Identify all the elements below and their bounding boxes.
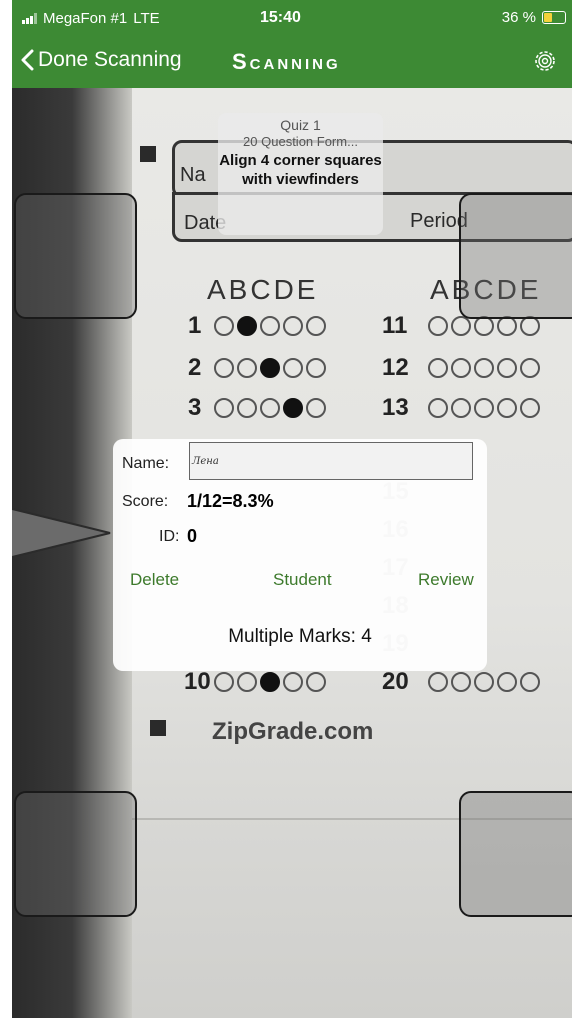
battery-percent: 36 %: [501, 9, 536, 26]
gear-icon[interactable]: [532, 48, 558, 74]
bubble: [451, 316, 471, 336]
bubble: [451, 672, 471, 692]
bubble: [497, 316, 517, 336]
bubble: [451, 358, 471, 378]
row-number: 12: [382, 354, 409, 381]
bubble: [306, 672, 326, 692]
bubble: [214, 672, 234, 692]
bubble-filled: [260, 358, 280, 378]
bubble: [497, 398, 517, 418]
review-button[interactable]: Review: [418, 570, 474, 590]
bubble: [520, 672, 540, 692]
delete-button[interactable]: Delete: [130, 570, 179, 590]
bubble-row-10: [214, 672, 326, 692]
bubble: [428, 316, 448, 336]
chevron-left-icon: [21, 49, 34, 71]
bubble: [451, 398, 471, 418]
done-scanning-button[interactable]: Done Scanning: [20, 48, 182, 72]
bubble: [283, 316, 303, 336]
bubble: [237, 358, 257, 378]
row-number: 1: [188, 312, 202, 339]
letters-left: ABCDE: [207, 274, 319, 305]
viewfinder-top-right: [459, 193, 572, 319]
battery-status: 36 %: [502, 9, 566, 26]
app-screen: MegaFon #1 LTE 15:40 36 % Done Scanning …: [12, 0, 572, 1018]
bubble: [497, 672, 517, 692]
viewfinder-top-left: [14, 193, 137, 319]
bubble: [260, 398, 280, 418]
bubble: [474, 672, 494, 692]
bubble: [306, 398, 326, 418]
bubble: [520, 358, 540, 378]
corner-square: [150, 720, 166, 736]
bubble-row-11: [428, 316, 540, 336]
pointer-arrow-icon: [12, 507, 111, 559]
score-value: 1/12=8.3%: [187, 491, 274, 511]
row-number: 3: [188, 394, 202, 421]
battery-icon: [542, 11, 566, 24]
bubble: [283, 358, 303, 378]
page-title: Scanning: [232, 49, 341, 74]
id-label: ID:: [159, 528, 180, 545]
bubble: [237, 672, 257, 692]
bubble-filled: [237, 316, 257, 336]
student-name-field[interactable]: Лена: [189, 442, 473, 480]
carrier-info: MegaFon #1 LTE: [22, 10, 160, 27]
bubble-row-3: [214, 398, 326, 418]
bubble-row-2: [214, 358, 326, 378]
back-label: Done Scanning: [38, 48, 182, 71]
bubble-row-20: [428, 672, 540, 692]
corner-square: [140, 146, 156, 162]
bubble: [428, 358, 448, 378]
viewfinder-bottom-right: [459, 791, 572, 917]
carrier-name: MegaFon #1: [43, 10, 128, 27]
status-time: 15:40: [260, 9, 301, 26]
multiple-marks-text: Multiple Marks: 4: [228, 626, 372, 647]
row-number: 13: [382, 394, 409, 421]
bubble-row-13: [428, 398, 540, 418]
bubble: [428, 398, 448, 418]
network-type: LTE: [133, 10, 160, 27]
instruction-text: Align 4 corner squares with viewfinders: [219, 152, 382, 188]
form-name: 20 Question Form...: [243, 134, 358, 149]
bubble-filled: [260, 672, 280, 692]
camera-view[interactable]: Na Date Period ABCDE ABCDE 1 2 3 11 12 1…: [12, 88, 572, 1018]
bubble-filled: [283, 398, 303, 418]
bubble-row-1: [214, 316, 326, 336]
quiz-name: Quiz 1: [280, 117, 321, 133]
id-value: 0: [187, 526, 198, 546]
status-bar: MegaFon #1 LTE 15:40 36 %: [12, 0, 572, 36]
bubble: [283, 672, 303, 692]
scan-instructions: Quiz 1 20 Question Form... Align 4 corne…: [218, 113, 383, 235]
bubble: [237, 398, 257, 418]
bubble: [214, 358, 234, 378]
scan-result-card: Name: Лена Score: 1/12=8.3% ID: 0 Delete…: [113, 439, 487, 671]
bubble: [260, 316, 280, 336]
name-label: Name:: [122, 455, 170, 472]
bubble: [214, 316, 234, 336]
bubble: [214, 398, 234, 418]
student-button[interactable]: Student: [273, 570, 332, 590]
bubble: [520, 316, 540, 336]
bubble: [474, 316, 494, 336]
bubble-row-12: [428, 358, 540, 378]
bubble: [474, 398, 494, 418]
bubble: [428, 672, 448, 692]
row-number: 10: [184, 668, 211, 695]
bubble: [520, 398, 540, 418]
signal-icon: [22, 13, 37, 24]
zipgrade-footer: ZipGrade.com: [212, 718, 374, 745]
navigation-bar: Done Scanning Scanning: [12, 36, 572, 88]
row-number: 20: [382, 668, 409, 695]
sheet-name-label: Na: [180, 164, 206, 186]
bubble: [306, 316, 326, 336]
viewfinder-bottom-left: [14, 791, 137, 917]
row-number: 2: [188, 354, 202, 381]
row-number: 11: [382, 312, 408, 339]
bubble: [474, 358, 494, 378]
bubble: [306, 358, 326, 378]
bubble: [497, 358, 517, 378]
score-label: Score:: [122, 493, 169, 510]
